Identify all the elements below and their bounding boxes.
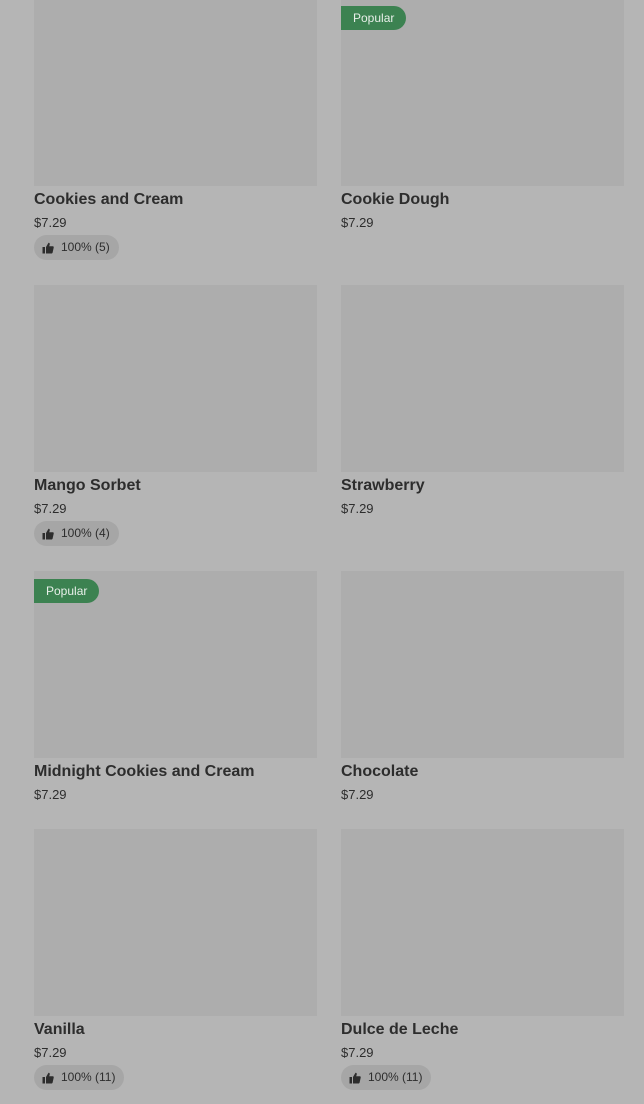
- item-price: $7.29: [34, 1045, 67, 1060]
- thumbs-up-icon: [42, 1072, 54, 1083]
- item-name: Cookie Dough: [341, 191, 450, 208]
- item-image[interactable]: [34, 829, 317, 1016]
- item-price: $7.29: [34, 787, 67, 802]
- thumbs-up-icon: [349, 1072, 361, 1083]
- item-name: Midnight Cookies and Cream: [34, 763, 255, 780]
- item-name: Vanilla: [34, 1021, 85, 1038]
- item-price: $7.29: [341, 215, 374, 230]
- item-name: Mango Sorbet: [34, 477, 141, 494]
- item-image[interactable]: [341, 285, 624, 472]
- rating-badge: 100% (11): [341, 1065, 432, 1090]
- item-image[interactable]: [341, 571, 624, 758]
- popular-badge: Popular: [341, 6, 407, 30]
- item-price: $7.29: [341, 787, 374, 802]
- item-name: Chocolate: [341, 763, 419, 780]
- rating-badge: 100% (11): [34, 1065, 125, 1090]
- item-price: $7.29: [341, 1045, 374, 1060]
- menu-grid-page: { "items": [ {"name": "Cookies and Cream…: [0, 0, 644, 1104]
- item-price: $7.29: [34, 215, 67, 230]
- thumbs-up-icon: [42, 528, 54, 539]
- item-price: $7.29: [34, 501, 67, 516]
- item-name: Cookies and Cream: [34, 191, 184, 208]
- item-image[interactable]: [34, 0, 317, 186]
- rating-text: 100% (11): [368, 1070, 423, 1084]
- item-image[interactable]: [341, 829, 624, 1016]
- popular-badge: Popular: [34, 579, 100, 603]
- item-name: Dulce de Leche: [341, 1021, 459, 1038]
- item-image[interactable]: [34, 285, 317, 472]
- thumbs-up-icon: [42, 242, 54, 253]
- rating-badge: 100% (5): [34, 235, 119, 260]
- rating-text: 100% (11): [61, 1070, 116, 1084]
- item-name: Strawberry: [341, 477, 425, 494]
- rating-text: 100% (5): [61, 240, 110, 254]
- rating-text: 100% (4): [61, 526, 110, 540]
- rating-badge: 100% (4): [34, 521, 119, 546]
- item-price: $7.29: [341, 501, 374, 516]
